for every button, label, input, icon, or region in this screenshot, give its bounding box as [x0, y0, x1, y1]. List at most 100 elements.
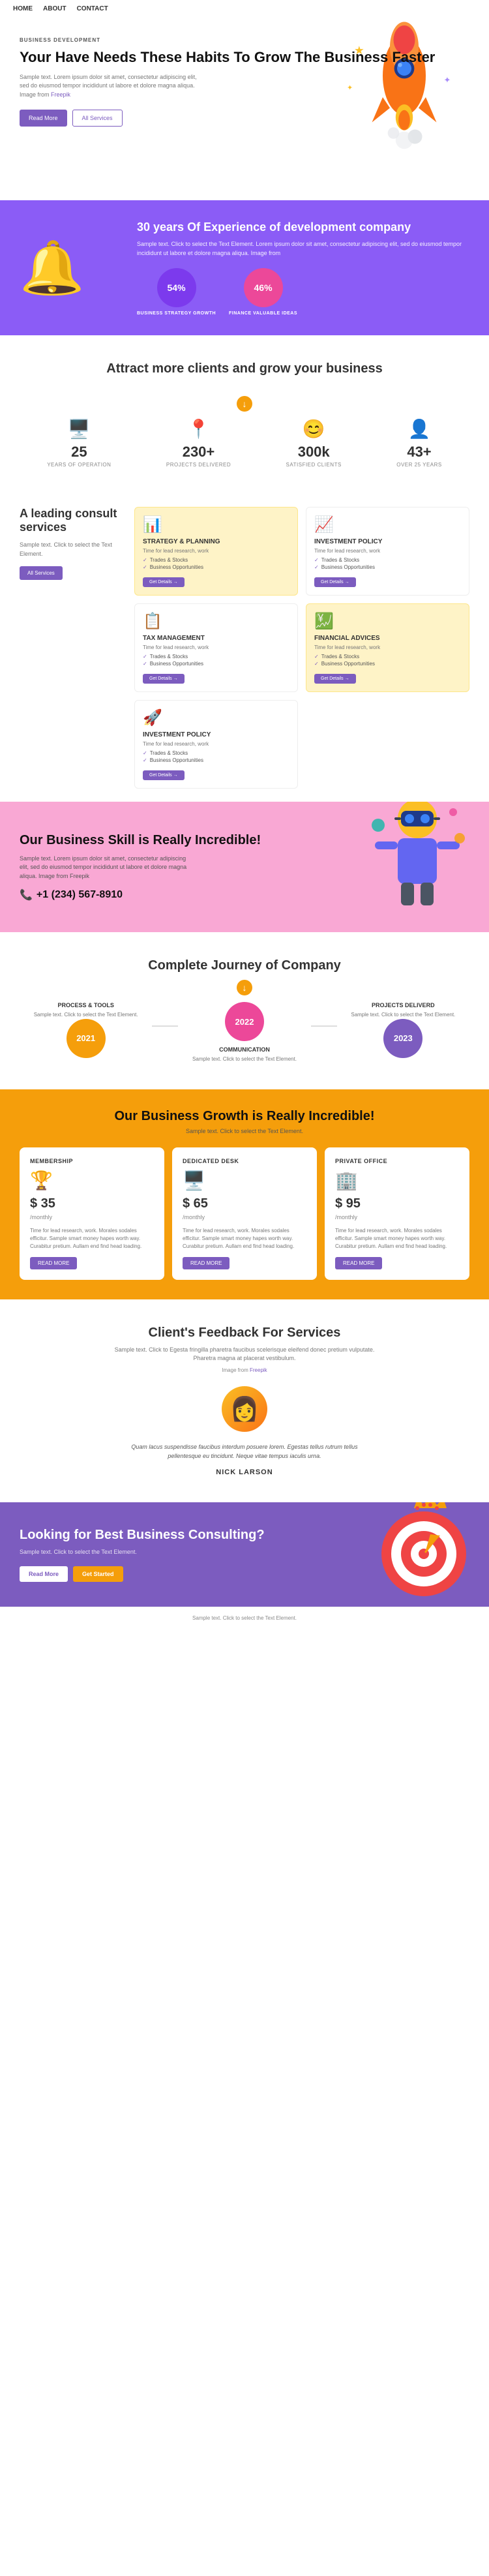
detail-btn-1[interactable]: Get Details → [314, 577, 356, 587]
pb-description: Sample text. Click to select the Text El… [137, 240, 469, 258]
service-card-4: 🚀 INVESTMENT POLICY Time for lead resear… [134, 700, 298, 789]
pb-right: 30 years Of Experience of development co… [137, 220, 469, 316]
plan-per-1: /monthly [183, 1214, 306, 1220]
journey-line-2 [311, 1025, 337, 1027]
read-more-btn-0[interactable]: READ MORE [30, 1257, 77, 1269]
feedback-section: Client's Feedback For Services Sample te… [0, 1299, 489, 1503]
plan-icon-2: 🏢 [335, 1170, 459, 1191]
detail-btn-3[interactable]: Get Details → [314, 674, 356, 684]
investment-icon: 📈 [314, 515, 461, 534]
nav-contact[interactable]: CONTACT [77, 5, 108, 12]
list-item: Trades & Stocks [143, 556, 289, 564]
pb-left: 🔔 [20, 237, 124, 299]
get-started-btn[interactable]: Get Started [73, 1566, 123, 1582]
journey-timeline: PROCESS & TOOLS Sample text. Click to se… [20, 1002, 469, 1063]
stats-row: 🖥️ 25 YEARS OF OPERATION 📍 230+ PROJECTS… [20, 418, 469, 468]
pricing-card-1: DEDICATED DESK 🖥️ $ 65 /monthly Time for… [172, 1147, 317, 1280]
journey-arrow-icon: ↓ [237, 980, 252, 995]
navigation: HOME ABOUT CONTACT [0, 0, 489, 18]
sc-sub-1: Time for lead research, work [314, 548, 461, 554]
sc-sub-0: Time for lead research, work [143, 548, 289, 554]
phone-icon: 📞 [20, 888, 33, 902]
journey-desc-0: Sample text. Click to select the Text El… [20, 1011, 152, 1018]
plan-desc-1: Time for lead research, work. Morales so… [183, 1227, 306, 1250]
all-services-btn[interactable]: All Services [20, 566, 63, 580]
list-item: Trades & Stocks [314, 556, 461, 564]
pb-stats: 54% BUSINESS STRATEGY GROWTH 46% FINANCE… [137, 268, 469, 316]
footer-text: Sample text. Click to select the Text El… [20, 1615, 469, 1621]
clients-label: SATISFIED CLIENTS [286, 462, 342, 468]
nav-home[interactable]: HOME [13, 5, 33, 12]
journey-circle-2021: 2021 [67, 1019, 106, 1058]
sc-title-1: INVESTMENT POLICY [314, 538, 461, 545]
feedback-link[interactable]: Freepik [250, 1367, 267, 1373]
consulting-section: Looking for Best Business Consulting? Sa… [0, 1502, 489, 1607]
journey-divider: ↓ [20, 980, 469, 995]
list-item: Business Opportunities [143, 660, 289, 667]
rocket-icon: 🚀 [143, 708, 289, 727]
list-item: Business Opportunities [314, 564, 461, 571]
sc-title-2: TAX MANAGEMENT [143, 635, 289, 642]
pb-stat-1-label: BUSINESS STRATEGY GROWTH [137, 311, 216, 316]
sc-title-4: INVESTMENT POLICY [143, 731, 289, 738]
avatar-image: 👩 [230, 1395, 259, 1423]
strategy-icon: 📊 [143, 515, 289, 534]
projects-icon: 📍 [166, 418, 231, 440]
pricing-card-0: MEMBERSHIP 🏆 $ 35 /monthly Time for lead… [20, 1147, 164, 1280]
pb-stat-1: 54% BUSINESS STRATEGY GROWTH [137, 268, 216, 316]
detail-btn-2[interactable]: Get Details → [143, 674, 185, 684]
list-item: Trades & Stocks [143, 653, 289, 660]
journey-circle-2023: 2023 [383, 1019, 422, 1058]
feedback-heading: Client's Feedback For Services [20, 1326, 469, 1341]
nav-about[interactable]: ABOUT [43, 5, 67, 12]
arrow-down-icon: ↓ [237, 396, 252, 412]
target-image [365, 1502, 469, 1607]
attract-heading: Attract more clients and grow your busin… [20, 361, 469, 376]
plan-desc-0: Time for lead research, work. Morales so… [30, 1227, 154, 1250]
skill-person-image [359, 802, 476, 932]
hero-description: Sample text. Lorem ipsum dolor sit amet,… [20, 73, 202, 100]
projects-label: PROJECTS DELIVERED [166, 462, 231, 468]
stat-clients: 😊 300k SATISFIED CLIENTS [286, 418, 342, 468]
clients-icon: 😊 [286, 418, 342, 440]
growth-heading: Our Business Growth is Really Incredible… [20, 1109, 469, 1124]
read-more-button[interactable]: Read More [20, 110, 67, 127]
stat-years: 🖥️ 25 YEARS OF OPERATION [47, 418, 111, 468]
read-more-btn-1[interactable]: READ MORE [183, 1257, 230, 1269]
leading-section: A leading consult services Sample text. … [0, 494, 489, 802]
list-item: Trades & Stocks [143, 750, 289, 757]
plan-per-2: /monthly [335, 1214, 459, 1220]
detail-btn-0[interactable]: Get Details → [143, 577, 185, 587]
all-services-button[interactable]: All Services [72, 110, 123, 127]
sc-list-1: Trades & Stocks Business Opportunities [314, 556, 461, 571]
plan-desc-2: Time for lead research, work. Morales so… [335, 1227, 459, 1250]
leading-description: Sample text. Click to select the Text El… [20, 541, 124, 558]
experience-number: 43+ [396, 444, 442, 461]
plan-per-0: /monthly [30, 1214, 154, 1220]
financial-icon: 💹 [314, 612, 461, 631]
list-item: Business Opportunities [143, 757, 289, 764]
plan-price-2: $ 95 [335, 1196, 459, 1211]
read-more-btn-2[interactable]: READ MORE [335, 1257, 382, 1269]
pb-stat-2-label: FINANCE VALUABLE IDEAS [229, 311, 297, 316]
hero-heading: Your Have Needs These Habits To Grow The… [20, 48, 469, 67]
journey-title-0: PROCESS & TOOLS [20, 1002, 152, 1008]
plan-icon-1: 🖥️ [183, 1170, 306, 1191]
service-card-3: 💹 FINANCIAL ADVICES Time for lead resear… [306, 603, 469, 692]
hero-text: BUSINESS DEVELOPMENT Your Have Needs The… [20, 37, 469, 127]
detail-btn-4[interactable]: Get Details → [143, 770, 185, 780]
journey-title-2: PROJECTS DELIVERD [337, 1002, 469, 1008]
growth-section: Our Business Growth is Really Incredible… [0, 1089, 489, 1299]
pb-circle-1: 54% [157, 268, 196, 307]
years-icon: 🖥️ [47, 418, 111, 440]
journey-heading: Complete Journey of Company [20, 958, 469, 973]
sc-sub-3: Time for lead research, work [314, 644, 461, 650]
plan-label-1: DEDICATED DESK [183, 1158, 306, 1164]
list-item: Trades & Stocks [314, 653, 461, 660]
read-more-consulting-btn[interactable]: Read More [20, 1566, 68, 1582]
journey-line-1 [152, 1025, 178, 1027]
attract-section: Attract more clients and grow your busin… [0, 335, 489, 494]
journey-item-2022: 2022 COMMUNICATION Sample text. Click to… [178, 1002, 310, 1063]
hero-link[interactable]: Freepik [51, 91, 70, 98]
years-number: 25 [47, 444, 111, 461]
